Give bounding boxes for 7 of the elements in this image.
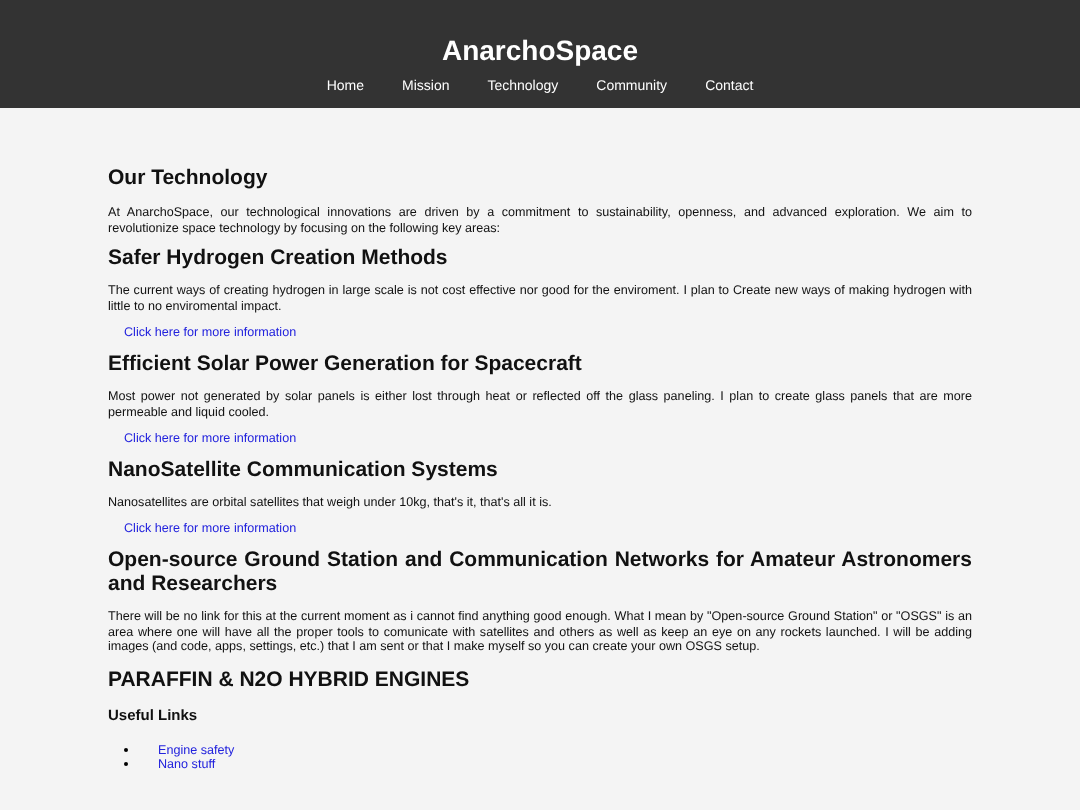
page-heading: Our Technology xyxy=(108,166,270,190)
section-heading: Open-source Ground Station and Communication Networks for Amateur Astronomers and Researchers xyxy=(108,547,972,596)
section-heading: Efficient Solar Power Generation for Spacecraft xyxy=(108,351,584,376)
section-heading: NanoSatellite Communication Systems xyxy=(108,457,500,482)
section-heading: PARAFFIN & N2O HYBRID ENGINES xyxy=(108,667,472,692)
section-heading: Safer Hydrogen Creation Methods xyxy=(108,246,450,271)
site-title: AnarchoSpace xyxy=(441,34,639,66)
